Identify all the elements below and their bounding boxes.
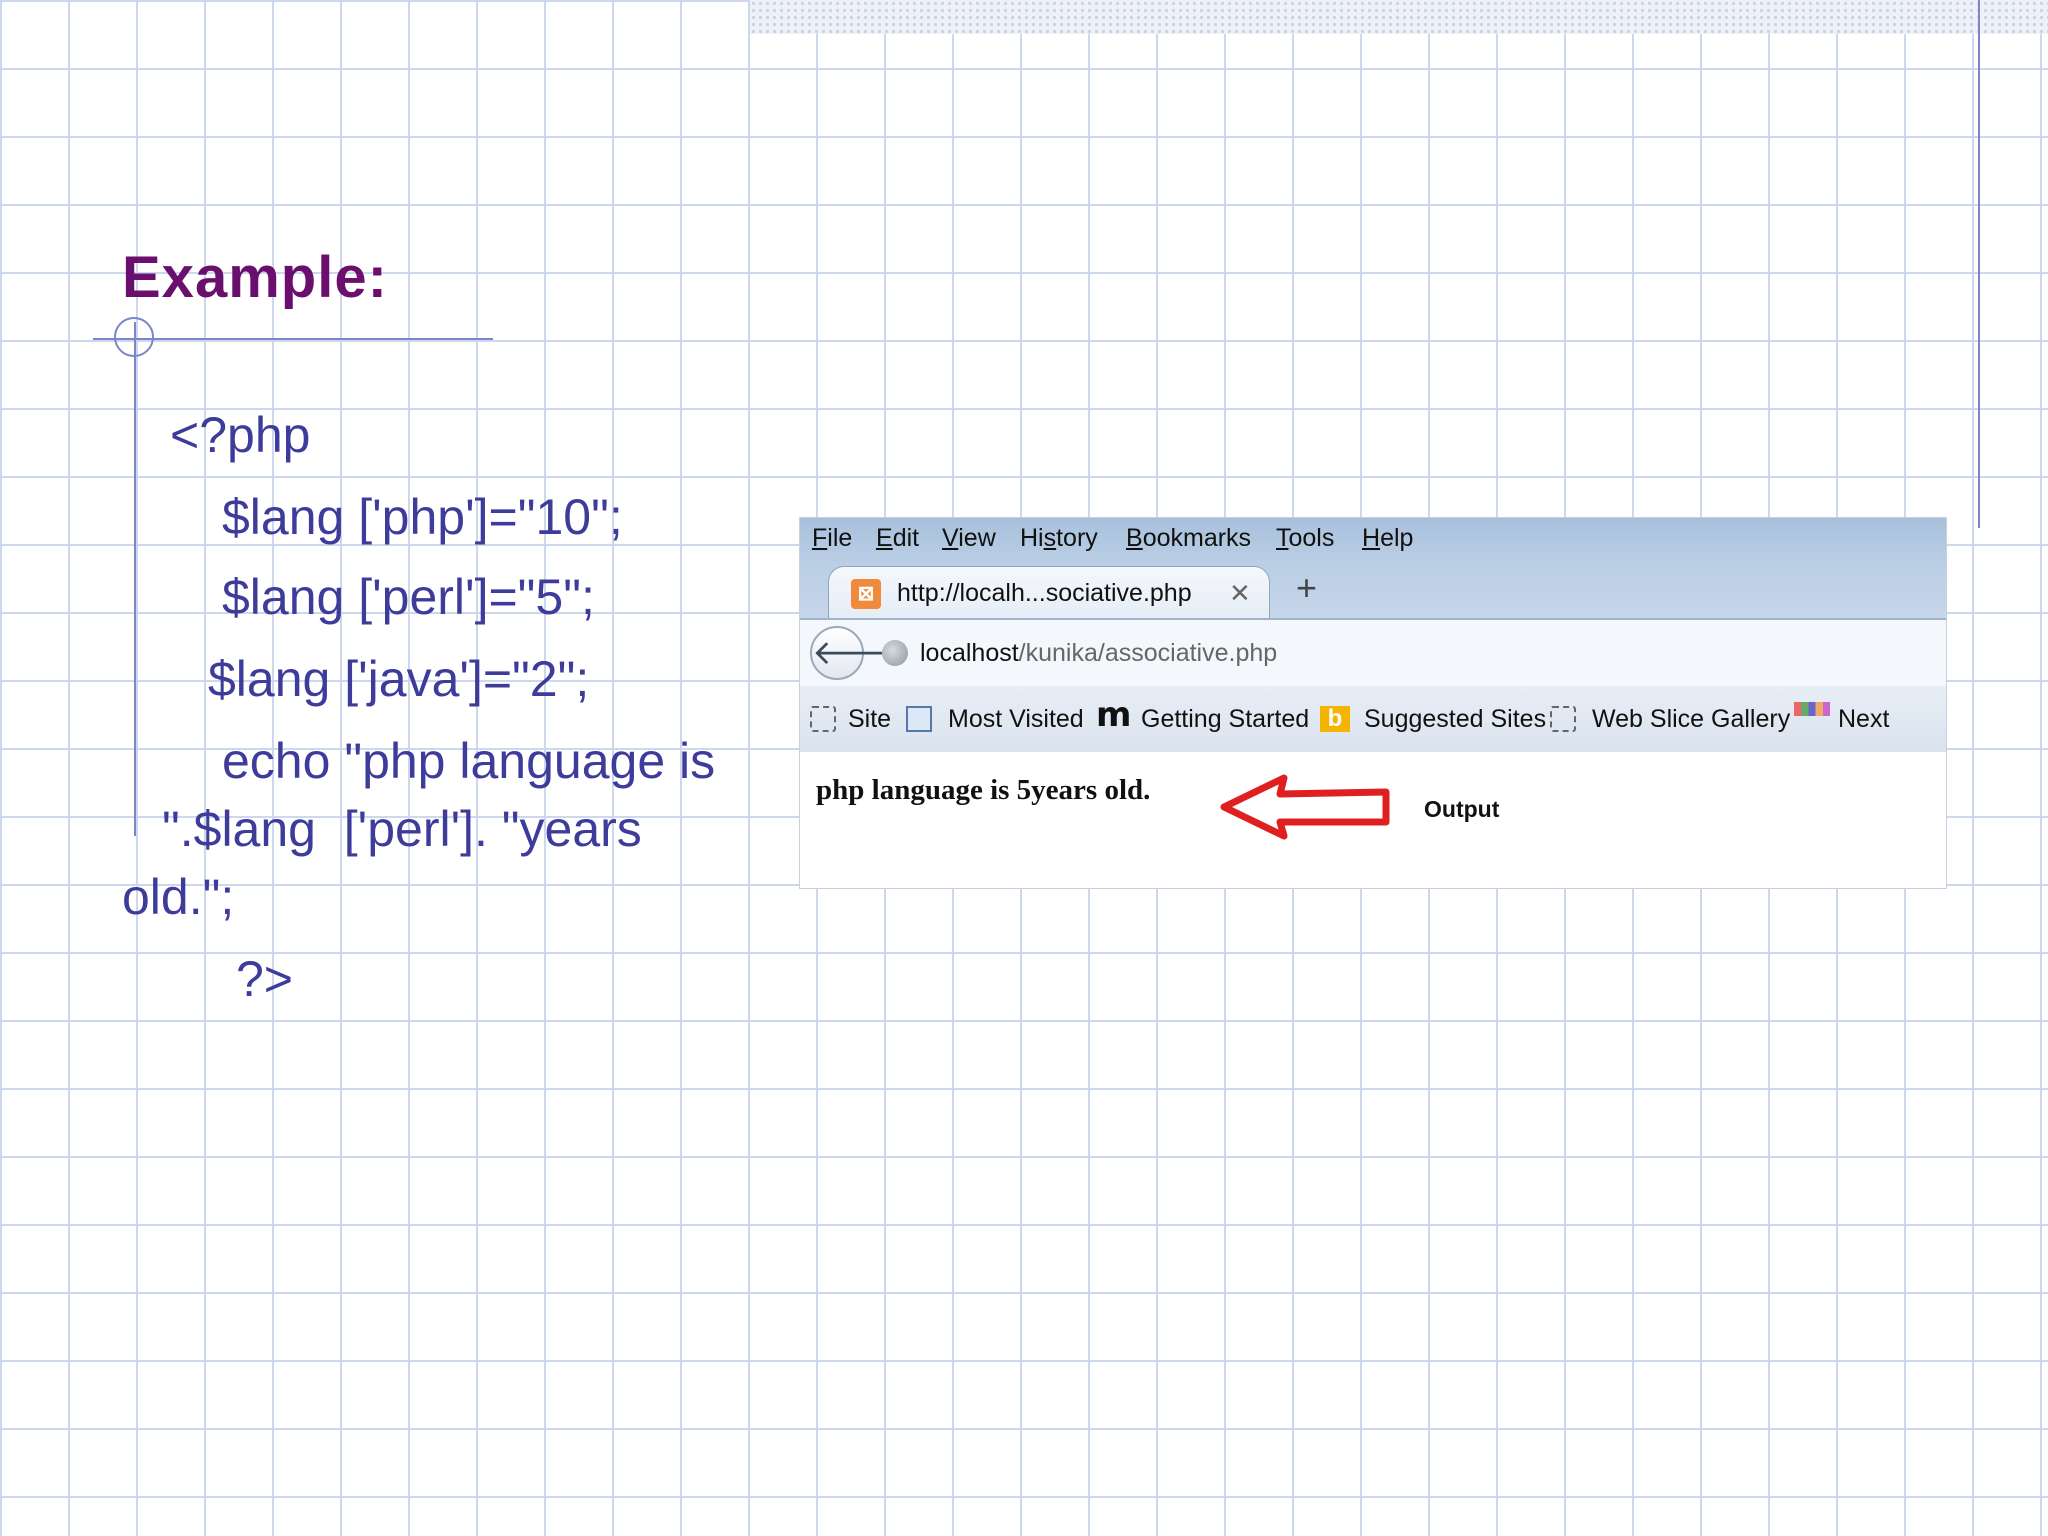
code-line: $lang ['php']="10"; bbox=[222, 489, 623, 545]
menu-tools[interactable]: Tools bbox=[1276, 518, 1334, 558]
top-decorative-band bbox=[750, 0, 2048, 34]
bookmark-most-visited[interactable]: Most Visited bbox=[948, 686, 1084, 752]
code-line: $lang ['perl']="5"; bbox=[222, 569, 595, 625]
bing-icon: b bbox=[1320, 706, 1350, 732]
menu-view[interactable]: View bbox=[942, 518, 996, 558]
php-output-text: php language is 5years old. bbox=[816, 774, 1151, 806]
bookmark-web-slice-gallery[interactable]: Web Slice Gallery bbox=[1592, 686, 1790, 752]
next-hsd-icon bbox=[1794, 702, 1830, 736]
tab-strip: ⊠ http://localh...sociative.php ✕ bbox=[800, 558, 1946, 619]
menu-bookmarks[interactable]: Bookmarks bbox=[1126, 518, 1251, 558]
code-line: ".$lang ['perl']. "years bbox=[162, 801, 642, 857]
menu-history[interactable]: History bbox=[1020, 518, 1098, 558]
xampp-favicon-icon: ⊠ bbox=[851, 579, 881, 609]
bookmark-site[interactable]: Site bbox=[848, 686, 891, 752]
web-slice-gallery-icon bbox=[1550, 706, 1576, 732]
bookmark-next[interactable]: Next bbox=[1838, 686, 1889, 752]
code-line: echo "php language is bbox=[222, 733, 716, 789]
bookmark-getting-started[interactable]: Getting Started bbox=[1141, 686, 1309, 752]
site-bookmark-icon bbox=[810, 706, 836, 732]
left-decorative-rule bbox=[134, 322, 136, 836]
code-line: ?> bbox=[236, 951, 294, 1007]
browser-screenshot: File Edit View History Bookmarks Tools H… bbox=[800, 518, 1946, 888]
bookmark-suggested-sites[interactable]: Suggested Sites bbox=[1364, 686, 1546, 752]
back-arrow-icon[interactable]: 🡐 bbox=[810, 626, 903, 680]
address-bar[interactable]: localhost/kunika/associative.php bbox=[920, 620, 1277, 686]
code-line: <?php bbox=[170, 407, 311, 463]
new-tab-plus-icon[interactable]: + bbox=[1296, 558, 1317, 618]
tab-close-icon[interactable]: ✕ bbox=[1229, 567, 1251, 619]
globe-icon bbox=[882, 640, 908, 666]
bookmarks-toolbar: Site Most Visited m Getting Started b Su… bbox=[800, 686, 1946, 753]
menu-bar: File Edit View History Bookmarks Tools H… bbox=[800, 518, 1946, 558]
url-host: localhost bbox=[920, 639, 1019, 667]
page-content: php language is 5years old. Output bbox=[800, 752, 1946, 888]
menu-file[interactable]: File bbox=[812, 518, 852, 558]
output-annotation-label: Output bbox=[1424, 796, 1500, 822]
right-decorative-rule bbox=[1978, 0, 1980, 528]
menu-edit[interactable]: Edit bbox=[876, 518, 919, 558]
most-visited-icon bbox=[906, 706, 932, 732]
slide-title: Example: bbox=[122, 245, 388, 310]
menu-help[interactable]: Help bbox=[1362, 518, 1413, 558]
code-line: old."; bbox=[122, 869, 235, 925]
url-path: /kunika/associative.php bbox=[1018, 639, 1278, 667]
navigation-bar: 🡐 localhost/kunika/associative.php bbox=[800, 618, 1946, 688]
tab-title: http://localh...sociative.php bbox=[897, 579, 1192, 607]
red-arrow-icon bbox=[1220, 774, 1390, 840]
code-line: $lang ['java']="2"; bbox=[208, 651, 590, 707]
tab-associative[interactable]: ⊠ http://localh...sociative.php ✕ bbox=[828, 566, 1270, 619]
getting-started-m-icon: m bbox=[1096, 695, 1132, 735]
